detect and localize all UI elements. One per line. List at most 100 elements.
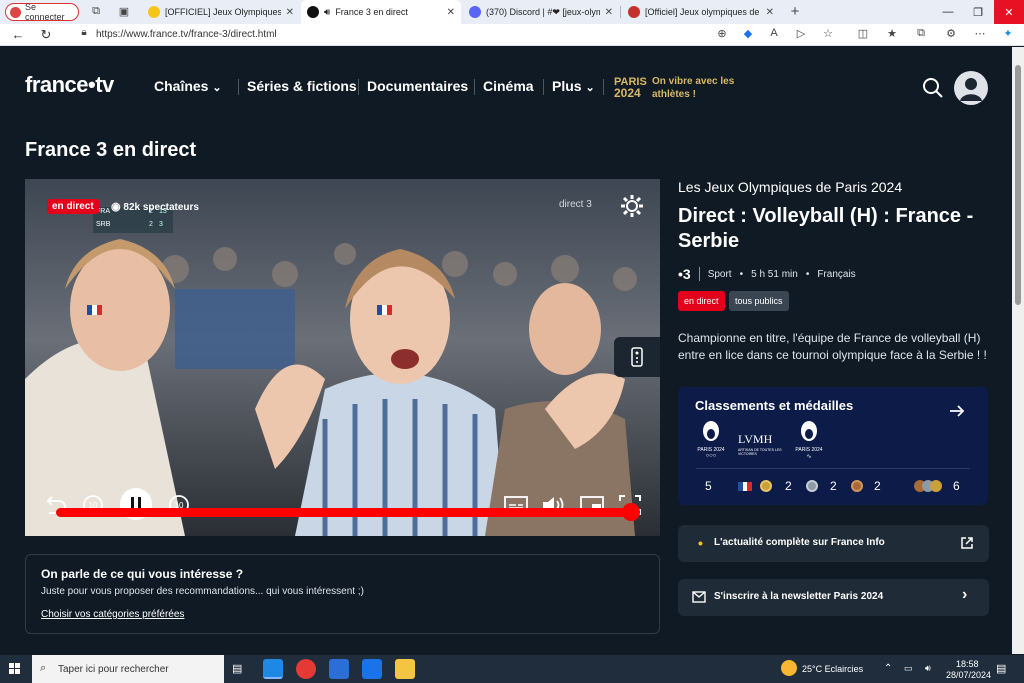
new-tab-icon[interactable]: + (787, 3, 803, 20)
viewer-count-text: 82k spectateurs (123, 202, 199, 213)
tab-label: France 3 en direct (335, 7, 408, 17)
tab-jo-officiel[interactable]: [OFFICIEL] Jeux Olympiques PAR... ✕ (142, 0, 300, 24)
progress-knob[interactable] (622, 503, 640, 521)
nav-documentaires[interactable]: Documentaires (367, 78, 468, 94)
back-icon[interactable]: ← (8, 26, 28, 44)
weather-sun-icon[interactable] (781, 660, 797, 676)
battery-icon[interactable]: ▭ (904, 663, 913, 674)
edge-taskbar-icon[interactable] (263, 659, 283, 679)
tab-actions-icon[interactable]: ▣ (116, 5, 132, 18)
menu-dots-icon[interactable]: ⋯ (972, 27, 988, 40)
arrow-right-icon (950, 405, 965, 417)
explorer-taskbar-icon[interactable] (395, 659, 415, 679)
close-tab-icon[interactable]: ✕ (286, 7, 294, 18)
mail-icon (692, 591, 706, 603)
profile-icon (10, 6, 21, 18)
close-tab-icon[interactable]: ✕ (447, 7, 455, 18)
total-count: 6 (953, 479, 960, 493)
minimize-icon[interactable]: — (933, 0, 963, 24)
france-info-label: L'actualité complète sur France Info (714, 537, 885, 548)
speaker-icon[interactable]: 🔊︎ (925, 663, 931, 674)
medal-table-card[interactable]: Classements et médailles PARIS 2024 ○○○ … (678, 387, 988, 505)
tab-discord[interactable]: (370) Discord | #❤ [jeux-olymp... ✕ (463, 0, 619, 24)
clock-time[interactable]: 18:58 (956, 659, 979, 669)
windows-start-icon[interactable] (9, 663, 21, 675)
program-language: Français (817, 268, 856, 280)
nav-cinema[interactable]: Cinéma (483, 78, 534, 94)
profile-label: Se connecter (24, 2, 65, 22)
video-player[interactable]: FRA 2 13 SRB 2 3 en direct ◉ 82k spectat… (25, 179, 660, 536)
agitos-icon: ∿ (806, 454, 812, 460)
read-aloud-icon[interactable]: A (766, 27, 782, 39)
task-view-icon[interactable]: ▤ (232, 662, 242, 675)
program-category[interactable]: Les Jeux Olympiques de Paris 2024 (678, 179, 902, 195)
paris-tagline[interactable]: On vibre avec les athlètes ! (652, 75, 734, 101)
remote-control-button[interactable] (614, 337, 660, 377)
newsletter-link[interactable]: S'inscrire à la newsletter Paris 2024 › (678, 579, 989, 616)
discord-favicon-icon (469, 6, 481, 18)
settings-gear-icon[interactable] (619, 193, 645, 219)
france-rank: 5 (705, 479, 712, 493)
program-genre: Sport (707, 268, 732, 280)
close-window-icon[interactable]: ✕ (994, 0, 1024, 24)
paris-tagline-line2: athlètes ! (652, 89, 696, 100)
clock-date[interactable]: 28/07/2024 (946, 670, 991, 680)
choose-categories-link[interactable]: Choisir vos catégories préférées (41, 609, 184, 620)
zoom-icon[interactable]: ⊕ (714, 27, 730, 40)
scrollbar-thumb[interactable] (1015, 65, 1021, 305)
nav-chaines[interactable]: Chaînes ⌄ (154, 78, 222, 94)
meta-dot: • (805, 268, 810, 280)
chrome-taskbar-icon[interactable] (296, 659, 316, 679)
shield-extension-icon[interactable]: ◆ (740, 27, 756, 40)
url-input[interactable]: https://www.france.tv/france-3/direct.ht… (96, 29, 277, 40)
chevron-down-icon: ⌄ (212, 82, 222, 94)
nav-label: Plus (552, 78, 582, 94)
chevron-down-icon: ⌄ (585, 82, 595, 94)
close-tab-icon[interactable]: ✕ (766, 7, 774, 18)
mail-taskbar-icon[interactable] (362, 659, 382, 679)
newsletter-label: S'inscrire à la newsletter Paris 2024 (714, 591, 884, 602)
weather-text[interactable]: 25°C Eclaircies (802, 664, 863, 674)
notification-icon[interactable]: ▤ (996, 662, 1006, 675)
france-info-link[interactable]: • L'actualité complète sur France Info (678, 525, 989, 562)
extensions-icon[interactable]: ⚙ (943, 27, 959, 40)
favorites-icon[interactable]: ★ (884, 27, 900, 40)
account-avatar[interactable] (954, 71, 988, 105)
split-screen-icon[interactable]: ◫ (855, 27, 871, 40)
progress-bar[interactable] (56, 508, 632, 517)
speaker-icon[interactable]: 🔊︎ (324, 7, 330, 18)
favorite-star-icon[interactable]: ☆ (820, 27, 836, 40)
youtube-favicon-icon (628, 6, 640, 18)
copilot-icon[interactable]: ✦ (1000, 27, 1016, 40)
interest-text: Juste pour vous proposer des recommandat… (41, 586, 364, 597)
nav-series[interactable]: Séries & fictions (247, 78, 357, 94)
bronze-count: 2 (874, 479, 881, 493)
tab-jo-officiel-2[interactable]: [Officiel] Jeux olympiques de Par... ✕ (622, 0, 780, 24)
page-title: France 3 en direct (25, 139, 197, 161)
store-taskbar-icon[interactable] (329, 659, 349, 679)
tab-france3-direct[interactable]: 🔊︎ France 3 en direct ✕ (301, 0, 461, 24)
maximize-icon[interactable]: ❐ (963, 0, 993, 24)
france-info-dot-icon: • (698, 535, 703, 551)
lock-icon[interactable]: 🔒︎ (76, 27, 92, 38)
olympic-rings-icon: ○○○ (705, 453, 717, 459)
close-tab-icon[interactable]: ✕ (605, 7, 613, 18)
workspaces-icon[interactable]: ⧉ (88, 5, 104, 18)
paris-2024-olympic-logo: PARIS 2024 ○○○ (696, 420, 726, 460)
francetv-logo[interactable]: france•tv (25, 72, 114, 98)
chevron-up-icon[interactable]: ⌃ (884, 663, 892, 674)
paris-2024-logo[interactable]: PARIS 2024 (614, 77, 647, 100)
nav-plus[interactable]: Plus ⌄ (552, 78, 595, 94)
page-scrollbar[interactable] (1012, 47, 1024, 654)
reader-icon[interactable]: ▷ (793, 27, 809, 40)
collections-icon[interactable]: ⧉ (913, 27, 929, 40)
francetv-favicon-icon (307, 6, 319, 18)
paris-logo-line2: 2024 (614, 86, 641, 100)
browser-tab-bar: Se connecter ⧉ ▣ [OFFICIEL] Jeux Olympiq… (0, 0, 1024, 24)
chevron-right-icon: › (962, 586, 968, 603)
profile-button[interactable]: Se connecter (5, 2, 79, 22)
refresh-icon[interactable]: ↻ (36, 26, 56, 44)
taskbar-search-input[interactable]: ⌕ Taper ici pour rechercher (32, 655, 224, 683)
search-icon[interactable] (922, 77, 944, 99)
program-description: Championne en titre, l'équipe de France … (678, 331, 987, 362)
